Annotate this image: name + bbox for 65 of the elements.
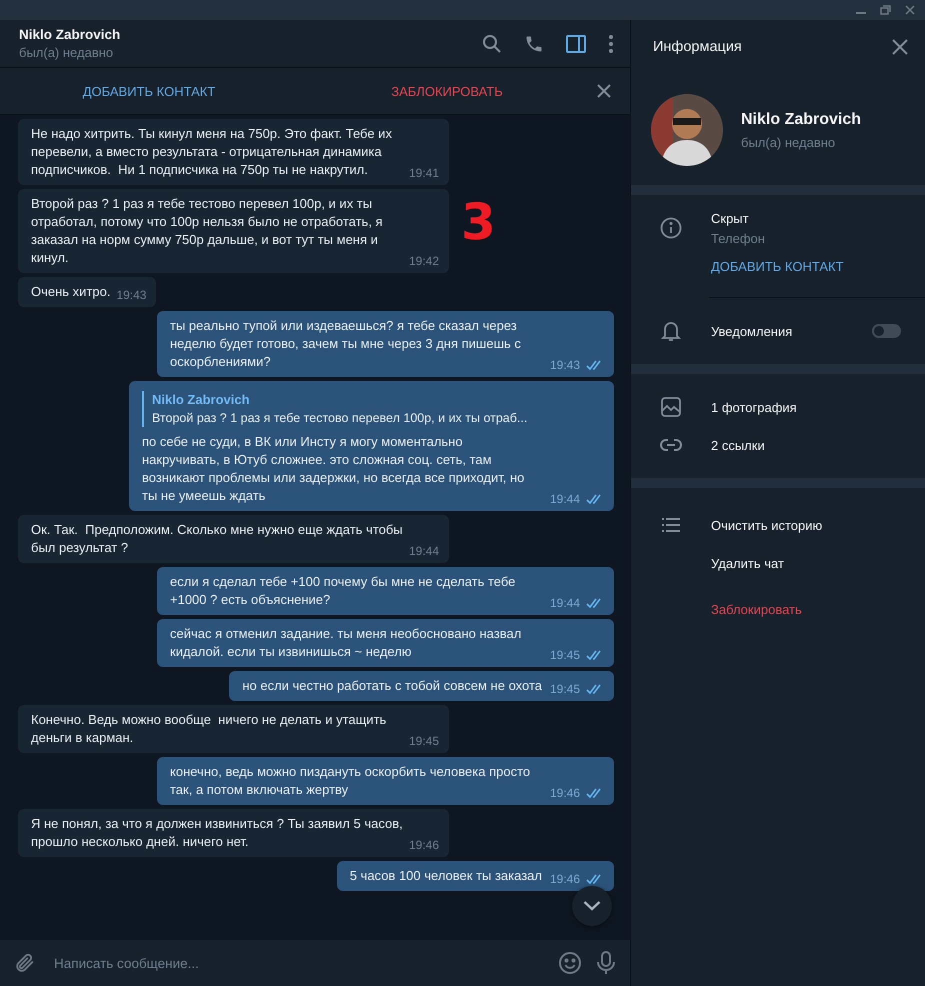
message-time: 19:45 [550,682,580,696]
maximize-icon[interactable] [880,5,891,15]
media-item[interactable]: 2 ссылки [711,438,765,452]
message-text: Второй раз ? 1 раз я тебе тестово перевел 100р, и их ты отработал, потому что 100р нельзя было не отработать, я заказал на норм сумму 750р дальше, и вот тут ты меня и кинул. [31,195,384,267]
contact-name: Niklo Zabrovich [19,27,122,42]
reply-quote[interactable]: Niklo Zabrovich Второй раз ? 1 раз я тебе тестово перевел 100р, и их ты отраб... [142,391,542,427]
scroll-down-button[interactable] [572,886,612,926]
message-text: Ок. Так. Предположим. Сколько мне нужно еще ждать чтобы был результат ? [31,521,403,557]
list-icon [662,518,680,532]
search-icon[interactable] [482,34,502,54]
action-item[interactable]: Заблокировать [711,602,802,616]
message-text: если я сделал тебе +100 почему бы мне не сделать тебе +1000 ? есть объяснение? [170,573,516,609]
annotation-number: 3 [461,192,496,252]
contact-status: был(а) недавно [19,45,114,60]
message-text: конечно, ведь можно пиздануть оскорбить человека просто так, а потом включать жертву [170,763,532,799]
message-time: 19:41 [408,166,439,180]
message-time: 19:46 [550,786,580,800]
phone-icon[interactable] [524,34,544,54]
add-contact-button[interactable]: ДОБАВИТЬ КОНТАКТ [0,76,298,106]
phone-label: Телефон [711,230,765,246]
message-text: Не надо хитрить. Ты кинул меня на 750р. Это факт. Тебе их перевели, а вместо результата - отрицательная динамика подписчиков. Ни 1 подписчика на 750р ты не накрутил. [31,125,393,179]
message-text: но если честно работать с тобой совсем не охота [242,677,542,695]
profile-status: был(а) недавно [741,134,836,150]
message-time: 19:44 [408,544,439,558]
panel-title: Информация [653,39,742,55]
notifications-label: Уведомления [711,324,792,338]
message-time: 19:45 [550,648,580,662]
notifications-toggle[interactable] [872,324,901,338]
message-input[interactable]: Написать сообщение... [50,950,544,976]
message-time: 19:42 [408,254,439,268]
media-item[interactable]: 1 фотография [711,400,797,414]
info-icon [660,217,682,239]
image-icon [661,397,681,417]
message-time: 19:45 [408,734,439,748]
message-time: 19:46 [550,872,580,886]
message-text: Я не понял, за что я должен извиниться ? Ты заявил 5 часов, прошло несколько дней. ничего нет. [31,815,403,851]
smiley-icon[interactable] [558,951,582,975]
message-text: Конечно. Ведь можно вообще ничего не делать и утащить деньги в карман. [31,711,388,747]
message-text: ты реально тупой или издеваешься? я тебе сказал через неделю будет готово, зачем ты мне через 3 дня пишешь с оскорблениями? [170,317,522,371]
message-time: 19:46 [408,838,439,852]
message-text: по себе не суди, в ВК или Инсту я могу моментально накручивать, в Ютуб сложнее. это сложная соц. сеть, там возникают проблемы или задержки, но всегда все приходит, но ты не умеешь ждать [142,433,526,505]
message-time: 19:43 [116,288,146,302]
paperclip-icon[interactable] [14,952,36,974]
close-icon[interactable] [596,83,612,99]
message-text: 5 часов 100 человек ты заказал [350,867,542,885]
close-icon[interactable] [905,5,915,15]
message-text: сейчас я отменил задание. ты меня необосновано назвал кидалой. если ты извинишься ~ неделю [170,625,522,661]
message-time: 19:44 [550,596,580,610]
message-time: 19:43 [550,358,580,372]
composer-bar[interactable]: Написать сообщение... [0,940,630,986]
message-time: 19:44 [550,492,580,506]
block-button[interactable]: ЗАБЛОКИРОВАТЬ [298,76,596,106]
add-contact-link[interactable]: ДОБАВИТЬ КОНТАКТ [711,258,844,274]
link-icon [660,438,682,452]
message-text: Очень хитро. [31,283,110,301]
profile-name: Niklo Zabrovich [741,110,862,128]
chevron-down-icon [583,901,601,911]
action-item[interactable]: Очистить историю [711,518,822,532]
menu-icon[interactable] [608,34,614,54]
sidebar-panel-icon[interactable] [566,34,586,52]
action-item[interactable]: Удалить чат [711,556,784,570]
bell-icon [661,320,681,342]
microphone-icon[interactable] [596,951,616,975]
phone-value: Скрыт [711,210,750,226]
close-icon[interactable] [892,39,908,55]
